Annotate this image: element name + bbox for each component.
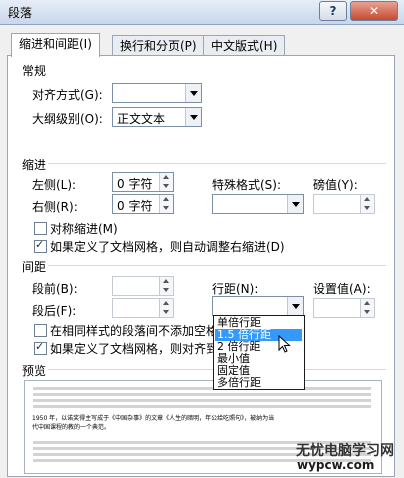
spin-arrows-icon[interactable] [159,173,173,191]
preview-gray-line [33,387,371,390]
line-spacing-label: 行距(N): [212,282,259,296]
mirror-indents-label: 对称缩进(M) [50,222,118,236]
indent-by-stepper[interactable] [313,194,375,214]
indent-right-label: 右侧(R): [32,200,78,214]
preview-gray-line [33,399,371,402]
spin-arrows-icon[interactable] [360,195,374,213]
outline-level-value: 正文文本 [117,112,166,126]
spacing-at-stepper[interactable] [313,298,375,318]
watermark-url: wypcw.com [297,458,375,472]
chevron-down-icon[interactable] [287,297,303,315]
spin-arrows-icon[interactable] [159,299,173,317]
preview-gray-line [33,393,371,396]
mirror-indents-checkbox[interactable] [34,222,47,235]
auto-adjust-indent-label: 如果定义了文档网格，则自动调整右缩进(D) [50,240,285,254]
alignment-select[interactable] [112,83,202,103]
no-space-same-style-label: 在相同样式的段落间不添加空格 [50,324,219,338]
preview-text-line: 代中国课程的教的一个典范。 [32,424,111,431]
snap-to-grid-checkbox[interactable] [34,340,47,355]
tab-line-page-breaks[interactable]: 换行和分页(P) [112,35,205,56]
help-button[interactable]: ? [319,1,347,21]
preview-heading: 预览 [22,364,47,378]
watermark-text: 无忧电脑学习网 [296,443,394,459]
title-bar: 段落 ? ✕ [0,0,404,25]
special-indent-select[interactable] [212,194,304,214]
paragraph-dialog: 段落 ? ✕ 缩进和间距(I) 换行和分页(P) 中文版式(H) 常规 对齐方式… [0,0,404,478]
close-button[interactable]: ✕ [350,1,398,21]
preview-text: 1950 年，以诺奖得主写成于《中国杂事》的文章《人生的暗明，年公给吃照句》，被… [32,414,362,432]
special-indent-label: 特殊格式(S): [212,178,282,192]
outline-level-select[interactable]: 正文文本 [112,107,202,127]
tab-indent-spacing[interactable]: 缩进和间距(I) [11,33,100,57]
line-spacing-option[interactable]: 多倍行距 [215,377,302,389]
indent-left-label: 左侧(L): [32,178,77,192]
indent-heading: 缩进 [22,158,47,172]
indent-left-stepper[interactable]: 0 字符 [112,172,174,192]
space-after-stepper[interactable] [112,298,174,318]
chevron-down-icon[interactable] [185,84,201,102]
spacing-at-label: 设置值(A): [313,282,371,296]
outline-level-label: 大纲级别(O): [32,112,103,126]
spacing-heading: 间距 [22,260,47,274]
preview-text-line: 1950 年，以诺奖得主写成于《中国杂事》的文章《人生的暗明，年公给吃照句》，被… [32,415,275,422]
auto-adjust-indent-checkbox[interactable] [34,238,47,253]
tab-asian-typography[interactable]: 中文版式(H) [203,35,286,56]
spin-arrows-icon[interactable] [159,277,173,295]
general-heading: 常规 [22,64,47,78]
space-before-stepper[interactable] [112,276,174,296]
spin-arrows-icon[interactable] [159,195,173,213]
indent-right-stepper[interactable]: 0 字符 [112,194,174,214]
indent-divider [48,163,386,164]
line-spacing-select[interactable] [212,296,304,316]
no-space-same-style-checkbox[interactable] [34,324,47,337]
chevron-down-icon[interactable] [185,108,201,126]
mouse-cursor-icon [278,335,291,353]
snap-to-grid-label: 如果定义了文档网格，则对齐到 [50,342,219,356]
indent-by-label: 磅值(Y): [313,178,358,192]
spin-arrows-icon[interactable] [360,299,374,317]
dialog-title: 段落 [8,6,33,20]
alignment-label: 对齐方式(G): [32,88,103,102]
chevron-down-icon[interactable] [287,195,303,213]
space-after-label: 段后(F): [32,304,77,318]
space-before-label: 段前(B): [32,282,78,296]
spacing-divider [48,265,386,266]
preview-gray-line [33,405,371,408]
